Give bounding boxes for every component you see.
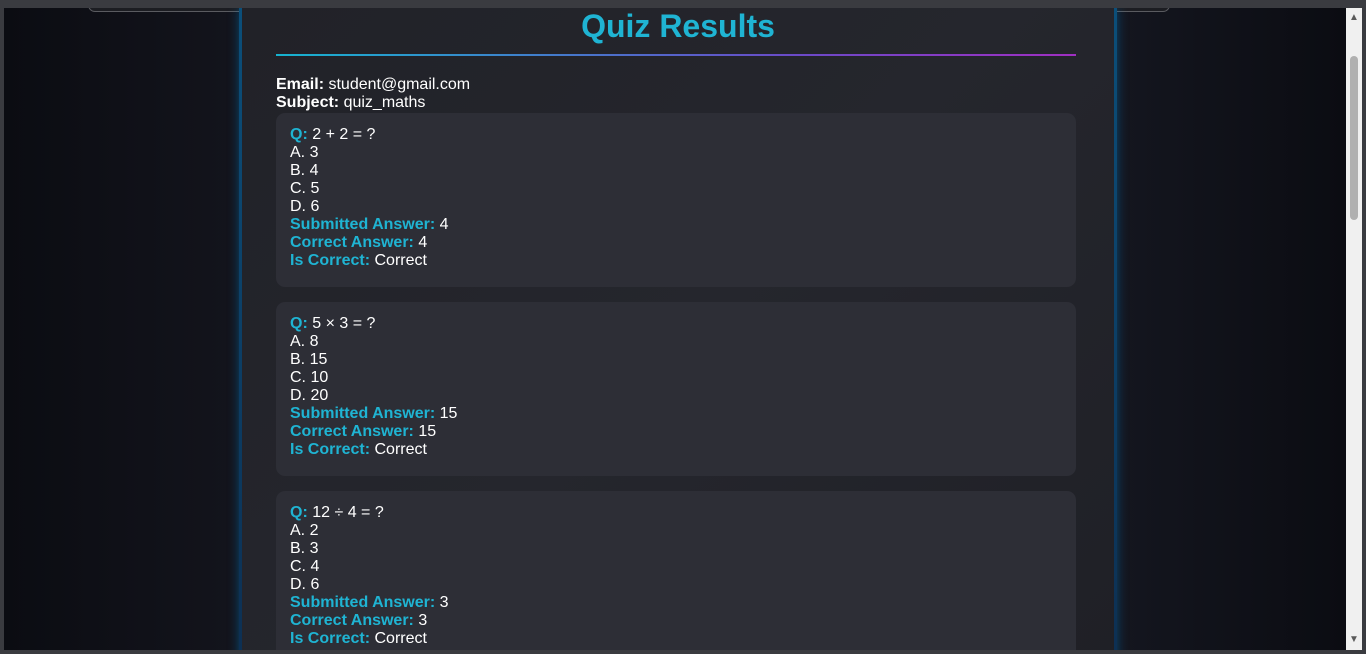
is-correct-label: Is Correct: — [290, 441, 371, 458]
subject-row: Subject: quiz_maths — [276, 94, 470, 112]
question-card: Q: 12 ÷ 4 = ? A. 2 B. 3 C. 4 D. 6 Submit… — [276, 491, 1076, 650]
submitted-answer-value: 15 — [439, 405, 458, 422]
correct-answer-row: Correct Answer: 4 — [290, 234, 1062, 252]
option-c: C. 10 — [290, 369, 329, 386]
option-a: A. 3 — [290, 144, 319, 161]
submitted-answer-value: 3 — [439, 594, 449, 611]
question-row: Q: 12 ÷ 4 = ? — [290, 504, 1062, 522]
question-card: Q: 5 × 3 = ? A. 8 B. 15 C. 10 D. 20 Subm… — [276, 302, 1076, 476]
question-row: Q: 5 × 3 = ? — [290, 315, 1062, 333]
email-row: Email: student@gmail.com — [276, 76, 470, 94]
browser-frame: Quiz Results Email: student@gmail.com Su… — [0, 0, 1366, 654]
correct-answer-label: Correct Answer: — [290, 423, 414, 440]
triangle-down-icon[interactable]: ▼ — [1346, 632, 1362, 648]
correct-answer-value: 15 — [418, 423, 437, 440]
question-label: Q: — [290, 126, 308, 143]
submitted-answer-label: Submitted Answer: — [290, 405, 436, 422]
submitted-answer-row: Submitted Answer: 3 — [290, 594, 1062, 612]
question-text: 2 + 2 = ? — [312, 126, 376, 143]
question-label: Q: — [290, 315, 308, 332]
correct-answer-value: 3 — [418, 612, 428, 629]
option-d: D. 6 — [290, 198, 320, 215]
option-c: C. 4 — [290, 558, 320, 575]
option-a: A. 8 — [290, 333, 319, 350]
option-d: D. 20 — [290, 387, 329, 404]
question-list: Q: 2 + 2 = ? A. 3 B. 4 C. 5 D. 6 Submitt… — [276, 113, 1076, 650]
subject-value: quiz_maths — [343, 94, 426, 111]
correct-answer-label: Correct Answer: — [290, 612, 414, 629]
is-correct-label: Is Correct: — [290, 630, 371, 647]
correct-answer-row: Correct Answer: 3 — [290, 612, 1062, 630]
results-panel: Quiz Results Email: student@gmail.com Su… — [239, 8, 1117, 650]
option-c: C. 5 — [290, 180, 320, 197]
submitted-answer-label: Submitted Answer: — [290, 216, 436, 233]
is-correct-row: Is Correct: Correct — [290, 630, 1062, 648]
is-correct-value: Correct — [374, 441, 427, 458]
correct-answer-row: Correct Answer: 15 — [290, 423, 1062, 441]
option-b: B. 4 — [290, 162, 319, 179]
option-b: B. 3 — [290, 540, 319, 557]
triangle-up-icon[interactable]: ▲ — [1346, 10, 1362, 26]
question-text: 12 ÷ 4 = ? — [312, 504, 384, 521]
question-row: Q: 2 + 2 = ? — [290, 126, 1062, 144]
question-card: Q: 2 + 2 = ? A. 3 B. 4 C. 5 D. 6 Submitt… — [276, 113, 1076, 287]
vertical-scrollbar[interactable]: ▲ ▼ — [1346, 8, 1362, 650]
option-a: A. 2 — [290, 522, 319, 539]
is-correct-value: Correct — [374, 252, 427, 269]
question-label: Q: — [290, 504, 308, 521]
is-correct-value: Correct — [374, 630, 427, 647]
title-divider — [276, 54, 1076, 56]
correct-answer-label: Correct Answer: — [290, 234, 414, 251]
option-d: D. 6 — [290, 576, 320, 593]
email-label: Email: — [276, 76, 325, 93]
is-correct-row: Is Correct: Correct — [290, 441, 1062, 459]
correct-answer-value: 4 — [418, 234, 428, 251]
submitted-answer-row: Submitted Answer: 15 — [290, 405, 1062, 423]
is-correct-label: Is Correct: — [290, 252, 371, 269]
page-viewport: Quiz Results Email: student@gmail.com Su… — [4, 8, 1346, 650]
submitted-answer-row: Submitted Answer: 4 — [290, 216, 1062, 234]
is-correct-row: Is Correct: Correct — [290, 252, 1062, 270]
scrollbar-thumb[interactable] — [1350, 56, 1358, 220]
email-value: student@gmail.com — [328, 76, 471, 93]
subject-label: Subject: — [276, 94, 340, 111]
page-title: Quiz Results — [581, 8, 775, 44]
submitted-answer-value: 4 — [439, 216, 449, 233]
question-text: 5 × 3 = ? — [312, 315, 376, 332]
result-meta: Email: student@gmail.com Subject: quiz_m… — [276, 76, 470, 112]
option-b: B. 15 — [290, 351, 328, 368]
submitted-answer-label: Submitted Answer: — [290, 594, 436, 611]
